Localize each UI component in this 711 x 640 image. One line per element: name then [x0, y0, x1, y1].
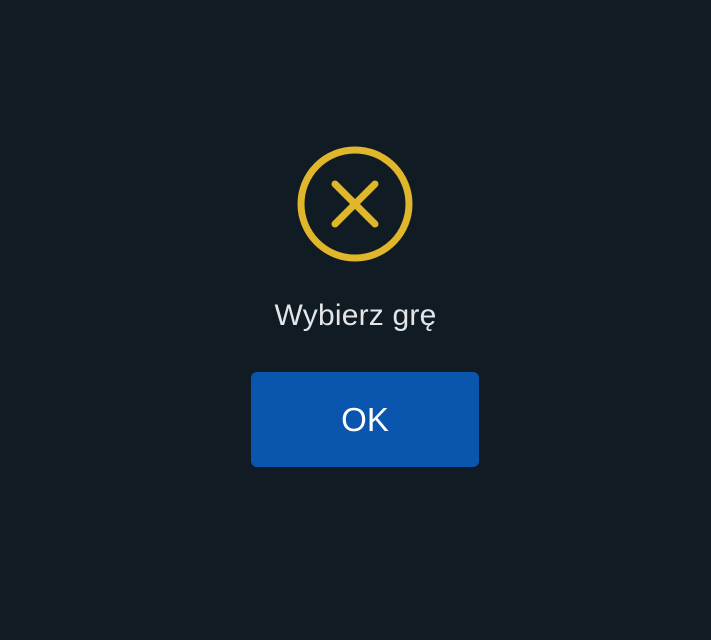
error-x-circle-icon	[297, 146, 413, 262]
dialog-message: Wybierz grę	[274, 299, 437, 332]
ok-button[interactable]: OK	[251, 372, 479, 467]
error-dialog: Wybierz grę OK	[0, 0, 711, 640]
